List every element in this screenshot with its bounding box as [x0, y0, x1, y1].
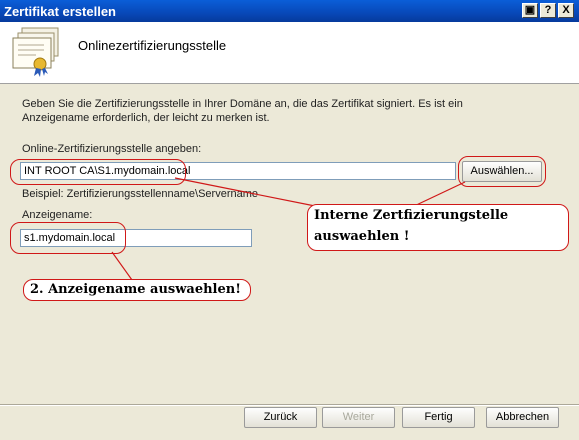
next-button[interactable]: Weiter: [322, 407, 395, 428]
cancel-button[interactable]: Abbrechen: [486, 407, 559, 428]
annotation-oval-button: [458, 156, 546, 187]
wizard-header: Onlinezertifizierungsstelle: [0, 22, 579, 84]
callout-ca-line1: Interne Zertfizierungstelle: [314, 208, 509, 223]
finish-button[interactable]: Fertig: [402, 407, 475, 428]
certificate-icon: [12, 27, 59, 77]
ca-label: Online-Zertifizierungsstelle angeben:: [22, 143, 202, 155]
window-title: Zertifikat erstellen: [4, 4, 116, 19]
help-button[interactable]: ?: [540, 3, 556, 18]
example-text: Beispiel: Zertifizierungsstellenname\Ser…: [22, 188, 258, 200]
back-button[interactable]: Zurück: [244, 407, 317, 428]
footer-divider: [0, 404, 579, 406]
title-bar: Zertifikat erstellen ▣ ? X: [0, 0, 579, 23]
callout-ca-line2: auswaehlen !: [314, 229, 410, 244]
annotation-oval-ca: [10, 159, 186, 185]
annotation-callout-friendly: 2. Anzeigename auswaehlen!: [23, 279, 251, 301]
annotation-callout-ca: Interne Zertfizierungstelle auswaehlen !: [307, 204, 569, 251]
annotation-oval-friendly: [10, 222, 126, 254]
restore-button[interactable]: ▣: [522, 3, 538, 18]
close-button[interactable]: X: [558, 3, 574, 18]
page-title: Onlinezertifizierungsstelle: [78, 38, 227, 53]
friendly-name-label: Anzeigename:: [22, 209, 93, 221]
instruction-text-line2: Anzeigename erforderlich, der leicht zu …: [22, 112, 270, 124]
instruction-text-line1: Geben Sie die Zertifizierungsstelle in I…: [22, 98, 463, 110]
